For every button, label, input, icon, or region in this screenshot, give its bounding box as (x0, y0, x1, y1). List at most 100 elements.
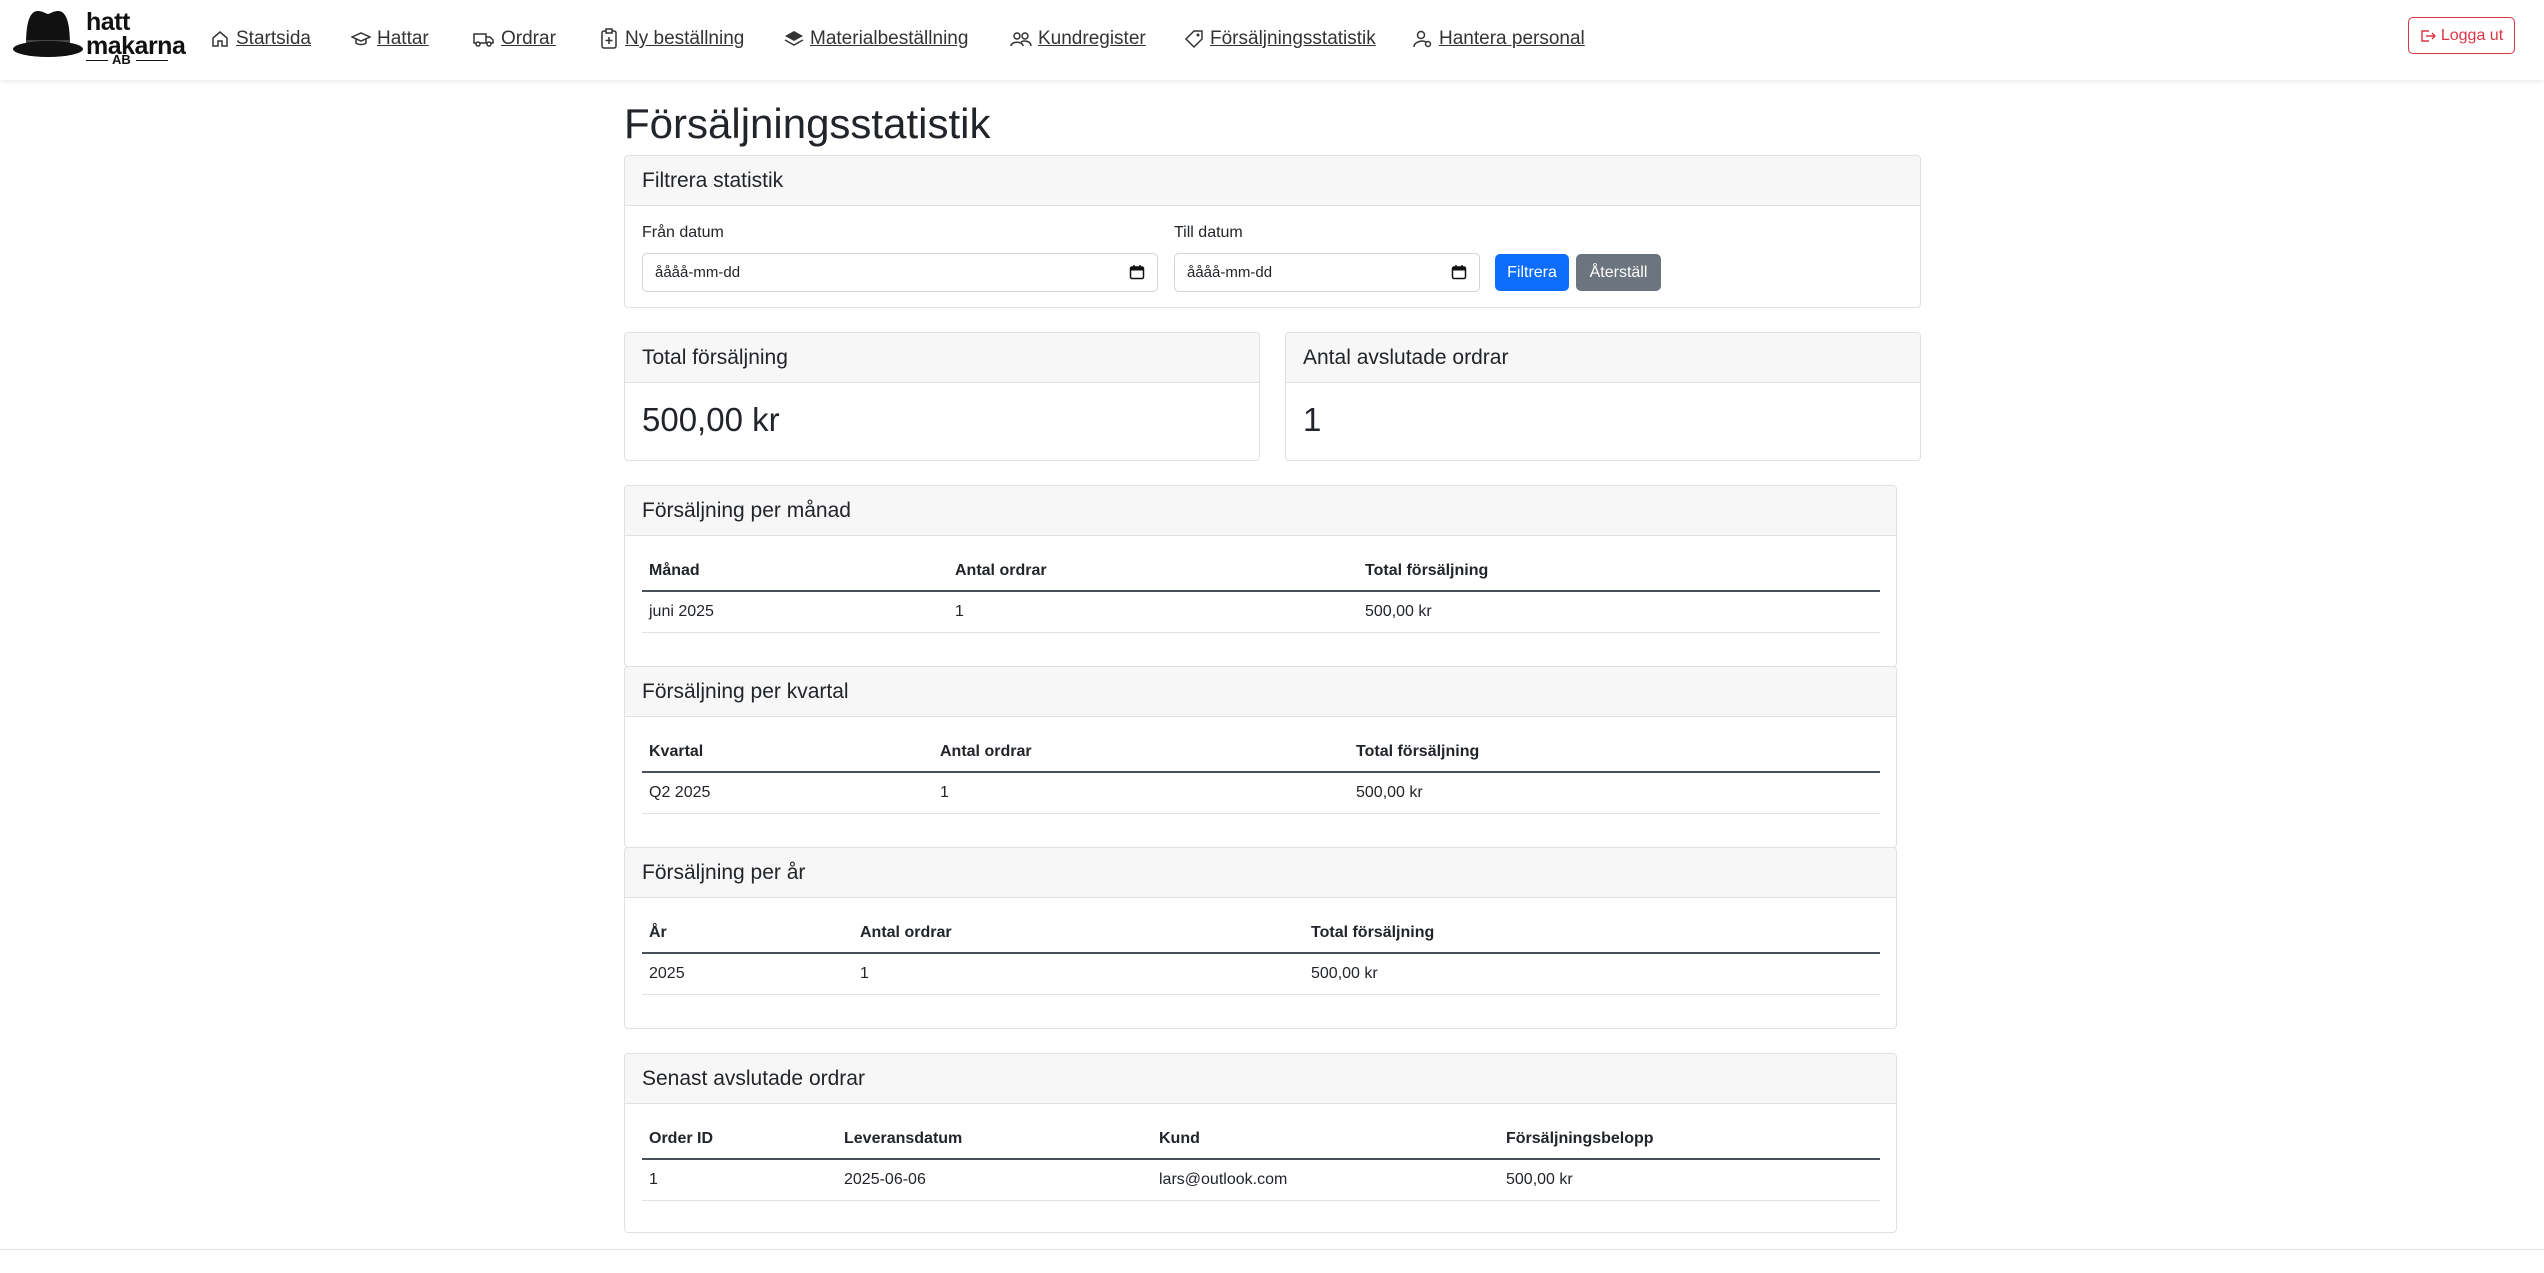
table-row: juni 2025 1 500,00 kr (642, 591, 1880, 633)
column-header: Antal ordrar (853, 914, 1304, 954)
tag-icon (1184, 30, 1203, 49)
nav-label: Kundregister (1038, 28, 1146, 49)
table-cell: 500,00 kr (1349, 772, 1880, 814)
brand-divider (136, 60, 168, 61)
nav-ny-bestallning[interactable]: Ny beställning (599, 24, 744, 54)
table-row: 1 2025-06-06 lars@outlook.com 500,00 kr (642, 1159, 1880, 1201)
person-gear-icon (1413, 30, 1432, 48)
hat-icon (13, 11, 83, 57)
calendar-icon[interactable] (1451, 264, 1467, 280)
table-cell: 500,00 kr (1358, 591, 1880, 633)
table-cell: 1 (933, 772, 1349, 814)
total-sales-title: Total försäljning (625, 333, 1259, 383)
table-cell: Q2 2025 (642, 772, 933, 814)
to-date-label: Till datum (1174, 224, 1243, 241)
brand-divider (86, 60, 108, 61)
logout-label: Logga ut (2440, 26, 2504, 44)
table-cell: 2025 (642, 953, 853, 995)
nav-label: Startsida (236, 28, 311, 49)
box-arrow-right-icon (2421, 29, 2436, 42)
table-header-row: Månad Antal ordrar Total försäljning (642, 552, 1880, 592)
home-icon (212, 31, 228, 47)
nav-label: Försäljningsstatistik (1210, 28, 1376, 49)
nav-kundregister[interactable]: Kundregister (1010, 24, 1146, 54)
monthly-sales-card: Försäljning per månad Månad Antal ordrar… (624, 485, 1897, 667)
brand-line-3: AB (112, 52, 131, 67)
total-sales-value: 500,00 kr (642, 401, 780, 438)
table-cell: 500,00 kr (1304, 953, 1880, 995)
completed-orders-card: Antal avslutade ordrar 1 (1285, 332, 1921, 461)
nav-label: Ordrar (501, 28, 556, 49)
nav-startsida[interactable]: Startsida (210, 24, 311, 54)
column-header: Total försäljning (1358, 552, 1880, 592)
nav-materialbestallning[interactable]: Materialbeställning (784, 24, 968, 54)
table-cell: 500,00 kr (1499, 1159, 1880, 1201)
monthly-sales-title: Försäljning per månad (625, 486, 1896, 536)
brand-logo[interactable]: hatt makarna AB (12, 8, 186, 68)
nav-forsaljningsstatistik[interactable]: Försäljningsstatistik (1184, 24, 1376, 54)
column-header: Kund (1152, 1120, 1499, 1160)
completed-orders-value: 1 (1303, 401, 1322, 438)
column-header: Order ID (642, 1120, 837, 1160)
nav-ordrar[interactable]: Ordrar (473, 24, 556, 54)
table-cell: 2025-06-06 (837, 1159, 1152, 1201)
table-cell: 1 (948, 591, 1358, 633)
nav-label: Hantera personal (1439, 28, 1585, 49)
mortarboard-icon (351, 32, 371, 46)
total-sales-card: Total försäljning 500,00 kr (624, 332, 1260, 461)
from-date-label: Från datum (642, 224, 724, 241)
table-header-row: År Antal ordrar Total försäljning (642, 914, 1880, 954)
recent-orders-card: Senast avslutade ordrar Order ID Leveran… (624, 1053, 1897, 1233)
yearly-sales-title: Försäljning per år (625, 848, 1896, 898)
nav-label: Ny beställning (625, 28, 745, 49)
table-header-row: Kvartal Antal ordrar Total försäljning (642, 733, 1880, 773)
table-row: 2025 1 500,00 kr (642, 953, 1880, 995)
column-header: Total försäljning (1304, 914, 1880, 954)
completed-orders-title: Antal avslutade ordrar (1286, 333, 1920, 383)
truck-icon (473, 33, 494, 47)
column-header: Kvartal (642, 733, 933, 773)
nav-label: Materialbeställning (810, 28, 969, 49)
from-date-placeholder: åååå-mm-dd (655, 264, 741, 281)
yearly-sales-card: Försäljning per år År Antal ordrar Total… (624, 847, 1897, 1029)
logout-button[interactable]: Logga ut (2408, 17, 2515, 54)
quarterly-sales-title: Försäljning per kvartal (625, 667, 1896, 717)
to-date-input[interactable]: åååå-mm-dd (1174, 253, 1480, 292)
filter-card-title: Filtrera statistik (625, 156, 1920, 206)
table-row: Q2 2025 1 500,00 kr (642, 772, 1880, 814)
column-header: År (642, 914, 853, 954)
nav-label: Hattar (377, 28, 429, 49)
nav-hattar[interactable]: Hattar (351, 24, 429, 54)
to-date-placeholder: åååå-mm-dd (1187, 264, 1273, 281)
navbar: hatt makarna AB Startsida Hattar Ordrar … (0, 0, 2544, 80)
column-header: Total försäljning (1349, 733, 1880, 773)
table-header-row: Order ID Leveransdatum Kund Försäljnings… (642, 1120, 1880, 1160)
quarterly-sales-table: Kvartal Antal ordrar Total försäljning Q… (642, 733, 1880, 814)
recent-orders-table: Order ID Leveransdatum Kund Försäljnings… (642, 1120, 1880, 1201)
quarterly-sales-card: Försäljning per kvartal Kvartal Antal or… (624, 666, 1897, 848)
reset-button[interactable]: Återställ (1576, 254, 1661, 291)
page-title: Försäljningsstatistik (624, 100, 991, 147)
table-cell: 1 (642, 1159, 837, 1201)
from-date-input[interactable]: åååå-mm-dd (642, 253, 1158, 292)
filter-card: Filtrera statistik Från datum åååå-mm-dd… (624, 155, 1921, 308)
clipboard-plus-icon (601, 28, 617, 49)
footer-divider (0, 1249, 2544, 1250)
stack-icon (784, 31, 804, 46)
table-cell: lars@outlook.com (1152, 1159, 1499, 1201)
brand-line-2: makarna (86, 32, 186, 60)
recent-orders-title: Senast avslutade ordrar (625, 1054, 1896, 1104)
column-header: Försäljningsbelopp (1499, 1120, 1880, 1160)
calendar-icon[interactable] (1129, 264, 1145, 280)
nav-hantera-personal[interactable]: Hantera personal (1413, 24, 1585, 54)
people-icon (1010, 32, 1032, 47)
table-cell: juni 2025 (642, 591, 948, 633)
yearly-sales-table: År Antal ordrar Total försäljning 2025 1… (642, 914, 1880, 995)
filter-button[interactable]: Filtrera (1495, 254, 1569, 291)
monthly-sales-table: Månad Antal ordrar Total försäljning jun… (642, 552, 1880, 633)
table-cell: 1 (853, 953, 1304, 995)
column-header: Månad (642, 552, 948, 592)
column-header: Antal ordrar (933, 733, 1349, 773)
column-header: Antal ordrar (948, 552, 1358, 592)
column-header: Leveransdatum (837, 1120, 1152, 1160)
